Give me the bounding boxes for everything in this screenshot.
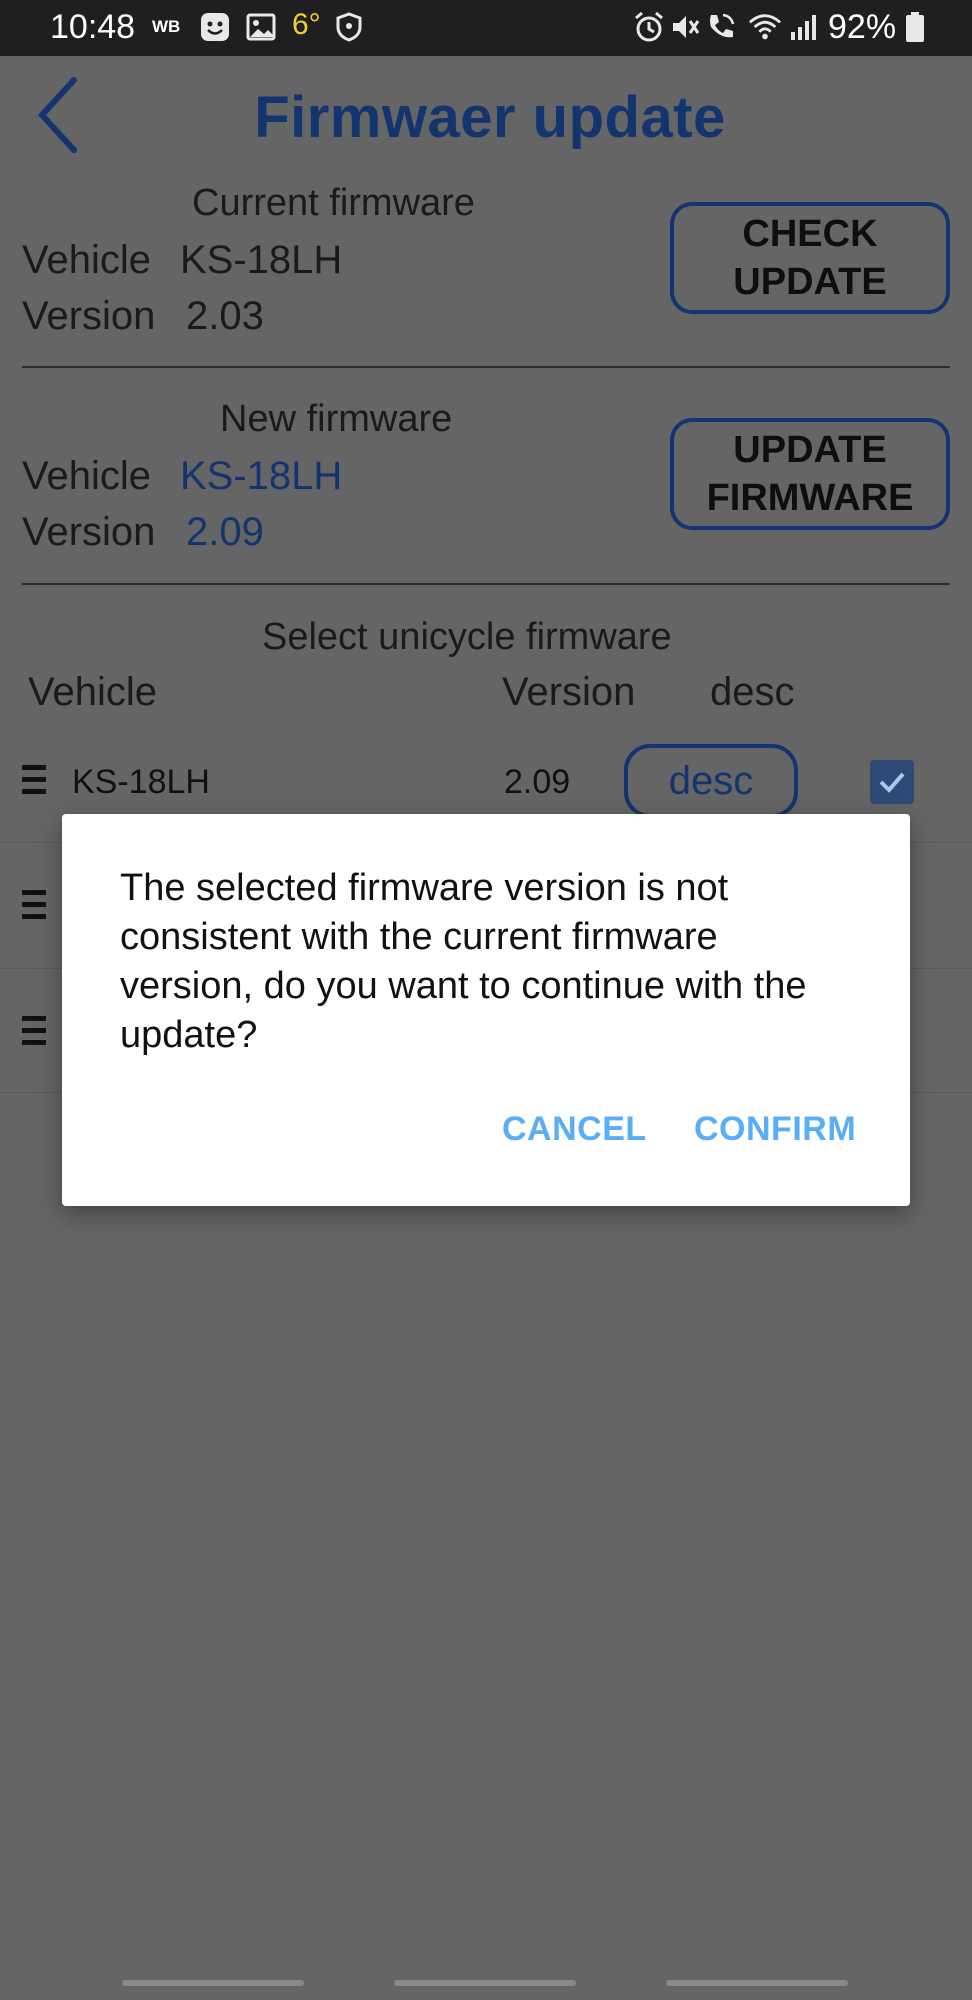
nav-recents-handle[interactable] (122, 1980, 304, 1986)
check-update-button[interactable]: CHECK UPDATE (670, 202, 950, 314)
mute-icon (668, 10, 702, 44)
current-firmware-heading: Current firmware (192, 182, 475, 224)
update-firmware-line1: UPDATE (733, 429, 887, 471)
dialog-message: The selected firmware version is not con… (120, 867, 807, 1056)
back-chevron-icon[interactable] (30, 70, 86, 160)
current-version-value: 2.03 (186, 294, 264, 338)
page-title: Firmwaer update (254, 85, 726, 150)
current-version-label: Version (22, 294, 156, 338)
new-version-label: Version (22, 510, 156, 554)
wifi-call-icon (704, 10, 738, 44)
desc-button[interactable]: desc (624, 744, 798, 818)
image-icon (244, 10, 278, 44)
alarm-icon (632, 10, 666, 44)
cancel-button[interactable]: CANCEL (502, 1110, 647, 1149)
current-vehicle-value: KS-18LH (180, 238, 343, 282)
check-update-line2: UPDATE (733, 261, 887, 303)
new-vehicle-label: Vehicle (22, 454, 151, 498)
new-version-value: 2.09 (186, 510, 264, 554)
row-version: 2.09 (504, 763, 571, 801)
section-divider (22, 366, 950, 368)
temperature-indicator: 6° (292, 8, 321, 41)
drag-handle-icon[interactable] (22, 1016, 48, 1052)
battery-percent: 92% (828, 8, 897, 46)
confirm-button[interactable]: CONFIRM (694, 1110, 856, 1149)
smiley-icon (198, 10, 232, 44)
drag-handle-icon[interactable] (22, 765, 48, 801)
row-vehicle: KS-18LH (72, 763, 210, 801)
status-bar: 10:48 WB 6° 92% (0, 0, 972, 56)
check-update-line1: CHECK (742, 213, 878, 255)
drag-handle-icon[interactable] (22, 890, 48, 926)
checkmark-icon (879, 772, 905, 793)
confirm-dialog: The selected firmware version is not con… (62, 814, 910, 1206)
update-firmware-button[interactable]: UPDATE FIRMWARE (670, 418, 950, 530)
carrier-badge: WB (152, 17, 181, 36)
signal-icon (786, 10, 820, 44)
current-vehicle-label: Vehicle (22, 238, 151, 282)
new-firmware-heading: New firmware (220, 398, 453, 440)
battery-icon (898, 10, 932, 44)
row-checkbox[interactable] (870, 760, 914, 804)
column-header-desc: desc (710, 670, 795, 714)
update-firmware-line2: FIRMWARE (706, 477, 914, 519)
nav-home-handle[interactable] (394, 1980, 576, 1986)
nav-back-handle[interactable] (666, 1980, 848, 1986)
shield-icon (332, 10, 366, 44)
select-firmware-heading: Select unicycle firmware (262, 616, 672, 658)
column-header-version: Version (502, 670, 636, 714)
wifi-icon (748, 10, 782, 44)
section-divider (22, 583, 950, 585)
new-vehicle-value: KS-18LH (180, 454, 343, 498)
column-header-vehicle: Vehicle (28, 670, 157, 714)
status-time: 10:48 (50, 8, 136, 46)
